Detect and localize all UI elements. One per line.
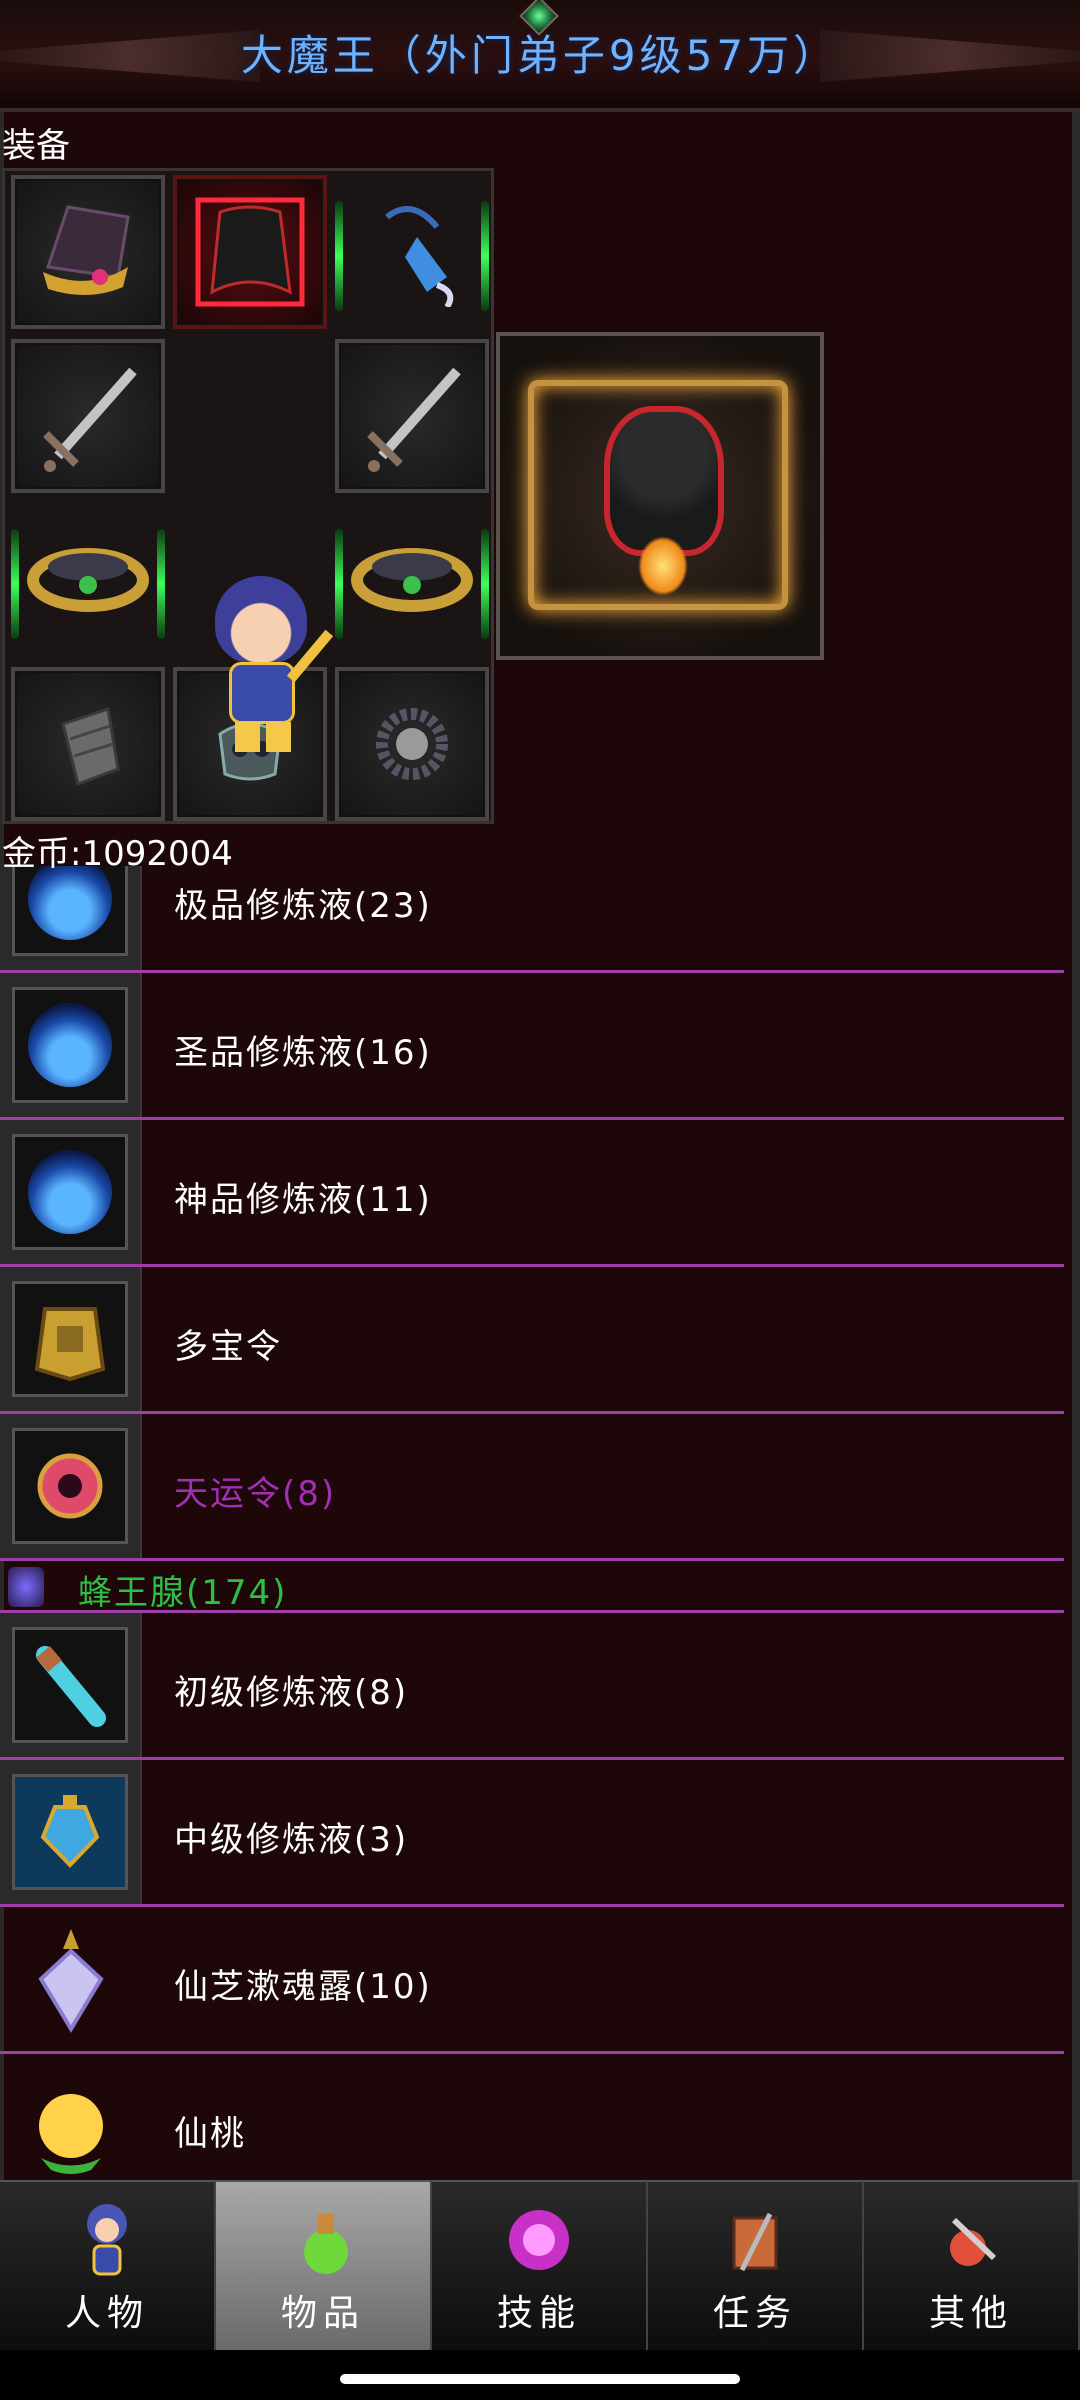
tab-label: 其他 (928, 2293, 1013, 2334)
dark-creature-icon (604, 406, 724, 556)
misc-icon (931, 2200, 1011, 2280)
tab-character[interactable]: 人物 (0, 2180, 216, 2350)
item-label: 初级修炼液(8) (174, 1673, 409, 1713)
list-item[interactable]: 极品修炼液(23) (0, 866, 1064, 973)
pendant-icon (385, 206, 454, 307)
list-item[interactable]: 初级修炼液(8) (0, 1613, 1064, 1760)
tab-label: 物品 (280, 2293, 365, 2334)
peach-icon (13, 2070, 129, 2181)
character-icon (67, 2200, 147, 2280)
item-label: 仙芝漱魂露(10) (174, 1967, 432, 2007)
tab-label: 人物 (64, 2293, 149, 2334)
list-item[interactable]: 圣品修炼液(16) (0, 973, 1064, 1120)
hat-icon (43, 205, 130, 296)
item-label: 多宝令 (174, 1327, 282, 1367)
list-item[interactable]: 神品修炼液(11) (0, 1120, 1064, 1267)
item-label: 圣品修炼液(16) (174, 1033, 432, 1073)
weapon-left-slot[interactable] (11, 339, 165, 493)
home-indicator[interactable] (340, 2374, 740, 2384)
list-item[interactable]: 天运令(8) (0, 1414, 1064, 1561)
item-label: 极品修炼液(23) (174, 886, 432, 926)
equipment-grid (2, 168, 494, 824)
helmet-slot[interactable] (11, 175, 165, 329)
sword-icon (367, 367, 461, 472)
equipment-label: 装备 (2, 126, 70, 166)
list-item[interactable]: 仙芝漱魂露(10) (0, 1907, 1064, 2054)
ring-left-slot[interactable] (11, 503, 165, 657)
crystal-bottle-icon (13, 1921, 129, 2037)
tab-items[interactable]: 物品 (216, 2180, 432, 2350)
sword-icon (43, 367, 137, 472)
list-item[interactable]: 仙桃 (0, 2054, 1064, 2180)
blue-potion-icon (12, 987, 128, 1103)
tab-other[interactable]: 其他 (864, 2180, 1080, 2350)
tab-label: 技能 (496, 2293, 581, 2334)
blue-potion-icon (12, 1134, 128, 1250)
list-item[interactable]: 多宝令 (0, 1267, 1064, 1414)
bee-gland-icon (8, 1567, 44, 1607)
item-list[interactable]: 极品修炼液(23) 圣品修炼液(16) 神品修炼液(11) 多宝令 天运令(8)… (0, 866, 1064, 2180)
flame-icon (638, 536, 688, 596)
item-label: 仙桃 (174, 2114, 246, 2154)
item-label: 天运令(8) (174, 1474, 337, 1514)
bottom-tab-bar: 人物 物品 技能 任务 其他 (0, 2180, 1080, 2350)
gold-token-icon (12, 1281, 128, 1397)
item-label: 中级修炼液(3) (174, 1820, 409, 1860)
skill-orb-icon (499, 2200, 579, 2280)
title-bar: 大魔王（外门弟子9级57万） (0, 0, 1080, 112)
blue-potion-icon (12, 866, 128, 956)
gold-amount: 金币:1092004 (2, 834, 233, 874)
bracer-slot[interactable] (11, 667, 165, 821)
page-title: 大魔王（外门弟子9级57万） (240, 31, 840, 80)
character-avatar (195, 576, 335, 756)
weapon-right-slot[interactable] (335, 339, 489, 493)
cape-icon (195, 197, 305, 307)
amulet-slot[interactable] (335, 175, 489, 329)
tab-quests[interactable]: 任务 (648, 2180, 864, 2350)
tab-skills[interactable]: 技能 (432, 2180, 648, 2350)
ring-right-slot[interactable] (335, 503, 489, 657)
ring-icon (27, 548, 149, 612)
beads-slot[interactable] (335, 667, 489, 821)
red-token-icon (12, 1428, 128, 1544)
bracer-icon (61, 707, 120, 786)
item-label: 神品修炼液(11) (174, 1180, 432, 1220)
mount-slot[interactable] (496, 332, 824, 660)
elixir-icon (12, 1774, 128, 1890)
item-label: 蜂王腺(174) (78, 1573, 288, 1613)
ring-icon (351, 548, 473, 612)
beads-icon (376, 708, 448, 780)
list-item[interactable]: 中级修炼液(3) (0, 1760, 1064, 1907)
cape-slot[interactable] (173, 175, 327, 329)
vial-icon (12, 1627, 128, 1743)
potion-icon (283, 2200, 363, 2280)
tab-label: 任务 (712, 2293, 797, 2334)
quest-icon (715, 2200, 795, 2280)
list-item[interactable]: 蜂王腺(174) (0, 1561, 1064, 1613)
